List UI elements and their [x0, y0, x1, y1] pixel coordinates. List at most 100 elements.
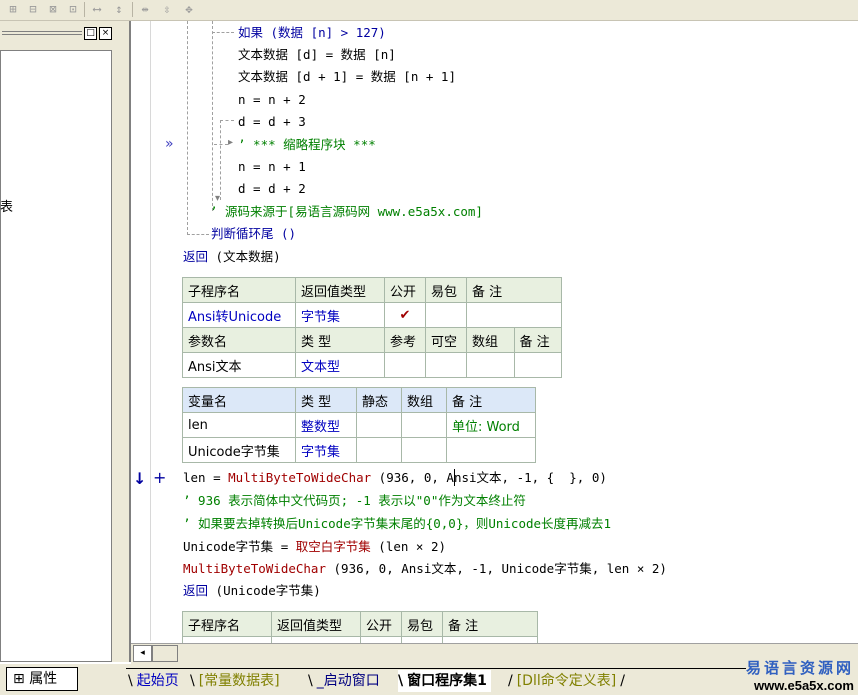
tab-constants[interactable]: \ [常量数据表] — [190, 670, 280, 692]
align-right-icon[interactable]: ⊠ — [44, 1, 62, 18]
align-center-icon[interactable]: ⊟ — [24, 1, 42, 18]
col-header: 备 注 — [446, 387, 536, 413]
code-segment: len = — [183, 470, 229, 485]
code-segment: (936, 0, Ansi文本, -1, { }, 0) — [371, 470, 607, 485]
var-name-cell[interactable]: Unicode字节集 — [182, 437, 296, 463]
logo-url: www.e5a5x.com — [754, 678, 854, 693]
properties-tab[interactable]: ⊞ 属性 — [6, 667, 78, 691]
tree-line — [187, 21, 188, 235]
variable-table: 变量名 类 型 静态 数组 备 注 len 整数型 单位: Word Unico… — [182, 387, 536, 463]
code-line[interactable]: n = n + 1 — [238, 159, 306, 175]
scroll-thumb[interactable] — [152, 645, 178, 662]
align-left-icon[interactable]: ⊞ — [4, 1, 22, 18]
table-cell[interactable] — [425, 302, 467, 328]
tab-start-page[interactable]: \ 起始页 — [128, 670, 179, 692]
code-line[interactable]: MultiByteToWideChar (936, 0, Ansi文本, -1,… — [183, 561, 667, 577]
table-cell[interactable] — [356, 412, 402, 438]
subroutine-table: 子程序名 返回值类型 公开 易包 备 注 Ansi转Unicode 字节集 ✔ … — [182, 277, 562, 378]
add-line-button[interactable]: + — [153, 468, 166, 487]
code-line-return[interactable]: 返回 (文本数据) — [183, 249, 281, 265]
function-name: MultiByteToWideChar — [228, 470, 372, 485]
logo-title: 易语言资源网 — [745, 659, 854, 677]
col-header: 参考 — [384, 327, 426, 353]
tab-baseline — [126, 668, 746, 669]
panel-close-button[interactable]: × — [99, 27, 112, 40]
param-name-cell[interactable]: Ansi文本 — [182, 352, 296, 378]
col-header: 易包 — [425, 277, 467, 303]
tree-expand-icon[interactable]: ▸ — [228, 137, 233, 148]
col-header: 子程序名 — [182, 611, 272, 637]
tab-startup-window[interactable]: \ _启动窗口 — [308, 670, 380, 692]
var-type-cell[interactable]: 字节集 — [295, 437, 357, 463]
align-top-icon[interactable]: ⊡ — [64, 1, 82, 18]
tab-window-program-set[interactable]: \ 窗口程序集1 — [398, 670, 491, 692]
equal-height-icon[interactable]: ↕ — [110, 1, 128, 18]
table-cell[interactable] — [425, 352, 467, 378]
code-line[interactable]: d = d + 3 — [238, 114, 306, 130]
text-cursor — [454, 469, 455, 486]
col-header: 返回值类型 — [271, 611, 361, 637]
table-cell[interactable] — [466, 302, 562, 328]
tab-dll-commands[interactable]: / [Dll命令定义表] / — [508, 670, 625, 692]
code-comment[interactable]: ’ 源码来源于[易语言源码网 www.e5a5x.com] — [210, 204, 483, 220]
col-header: 易包 — [401, 611, 443, 637]
var-type-cell[interactable]: 整数型 — [295, 412, 357, 438]
code-line-current[interactable]: len = MultiByteToWideChar (936, 0, Ansi文… — [183, 470, 607, 486]
table-cell[interactable] — [384, 352, 426, 378]
code-line-if[interactable]: 如果 (数据 [n] > 127) — [238, 25, 386, 41]
center-both-icon[interactable]: ✥ — [180, 1, 198, 18]
var-note-cell[interactable]: 单位: Word — [446, 412, 536, 438]
tree-line — [214, 144, 228, 145]
code-comment[interactable]: ’ 如果要去掉转换后Unicode字节集末尾的{0,0}，则Unicode长度再… — [183, 516, 611, 532]
table-cell[interactable] — [446, 437, 536, 463]
code-line[interactable]: d = d + 2 — [238, 181, 306, 197]
site-logo: 易语言资源网 www.e5a5x.com — [742, 657, 854, 693]
col-header: 静态 — [356, 387, 402, 413]
code-segment: (936, 0, Ansi文本, -1, Unicode字节集, len × 2… — [326, 561, 667, 576]
function-name: 取空白字节集 — [295, 539, 371, 554]
tree-line — [187, 234, 209, 235]
public-check-cell[interactable]: ✔ — [384, 302, 426, 328]
col-header: 子程序名 — [182, 277, 296, 303]
current-line-arrow-icon: ↓ — [133, 469, 147, 488]
code-line[interactable]: 文本数据 [d + 1] = 数据 [n + 1] — [238, 69, 456, 85]
tree-line — [212, 32, 234, 33]
center-h-icon[interactable]: ⇹ — [136, 1, 154, 18]
code-line[interactable]: Unicode字节集 = 取空白字节集 (len × 2) — [183, 539, 446, 555]
subroutine-name-cell[interactable]: Ansi转Unicode — [182, 302, 296, 328]
code-line[interactable]: n = n + 2 — [238, 92, 306, 108]
param-type-cell[interactable]: 文本型 — [295, 352, 385, 378]
tree-line — [220, 120, 221, 200]
panel-content[interactable] — [0, 50, 112, 662]
toolbar-separator — [84, 2, 85, 17]
panel-restore-button[interactable]: □ — [84, 27, 97, 40]
editor-border — [129, 21, 131, 662]
col-header: 备 注 — [442, 611, 538, 637]
code-line-return[interactable]: 返回 (Unicode字节集) — [183, 583, 321, 599]
table-cell[interactable] — [466, 352, 515, 378]
table-cell[interactable] — [401, 437, 447, 463]
col-header: 公开 — [360, 611, 402, 637]
code-line[interactable]: 文本数据 [d] = 数据 [n] — [238, 47, 396, 63]
scroll-left-button[interactable]: ◂ — [133, 645, 152, 662]
tree-line — [220, 120, 234, 121]
tree-end-arrow-icon: ▾ — [215, 193, 221, 204]
center-v-icon[interactable]: ⇳ — [158, 1, 176, 18]
collapsed-block-marker-icon: » — [165, 136, 174, 152]
equal-width-icon[interactable]: ⟷ — [88, 1, 106, 18]
panel-title-line — [2, 31, 82, 32]
col-header: 公开 — [384, 277, 426, 303]
tab-label: 起始页 — [136, 673, 179, 689]
code-line-collapsed-block[interactable]: ’ *** 缩略程序块 *** — [238, 137, 376, 153]
col-header: 备 注 — [466, 277, 562, 303]
table-cell[interactable] — [356, 437, 402, 463]
code-comment[interactable]: ’ 936 表示简体中文代码页; -1 表示以"0"作为文本终止符 — [183, 493, 526, 509]
code-line-loop-end[interactable]: 判断循环尾 () — [211, 226, 296, 242]
return-type-cell[interactable]: 字节集 — [295, 302, 385, 328]
col-header: 类 型 — [295, 387, 357, 413]
table-cell[interactable] — [513, 352, 562, 378]
col-header: 数组 — [466, 327, 515, 353]
var-name-cell[interactable]: len — [182, 412, 296, 438]
table-cell[interactable] — [401, 412, 447, 438]
panel-splitter[interactable] — [121, 21, 129, 662]
